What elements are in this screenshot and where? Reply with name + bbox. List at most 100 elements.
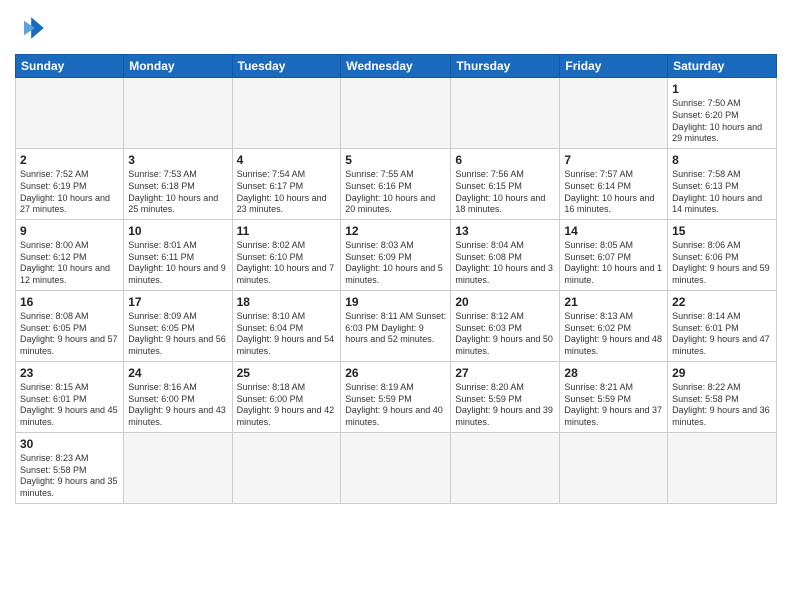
weekday-header: Tuesday	[232, 55, 341, 78]
calendar-cell	[232, 78, 341, 149]
calendar-cell	[560, 78, 668, 149]
day-info: Sunrise: 8:20 AM Sunset: 5:59 PM Dayligh…	[455, 382, 555, 429]
calendar-cell: 26Sunrise: 8:19 AM Sunset: 5:59 PM Dayli…	[341, 361, 451, 432]
calendar-cell: 5Sunrise: 7:55 AM Sunset: 6:16 PM Daylig…	[341, 148, 451, 219]
calendar-cell: 7Sunrise: 7:57 AM Sunset: 6:14 PM Daylig…	[560, 148, 668, 219]
calendar-cell: 24Sunrise: 8:16 AM Sunset: 6:00 PM Dayli…	[124, 361, 232, 432]
calendar-cell: 20Sunrise: 8:12 AM Sunset: 6:03 PM Dayli…	[451, 290, 560, 361]
day-number: 11	[237, 223, 337, 239]
calendar-cell: 1Sunrise: 7:50 AM Sunset: 6:20 PM Daylig…	[668, 78, 777, 149]
logo-icon	[15, 10, 51, 46]
calendar-cell: 8Sunrise: 7:58 AM Sunset: 6:13 PM Daylig…	[668, 148, 777, 219]
day-number: 13	[455, 223, 555, 239]
day-number: 20	[455, 294, 555, 310]
day-number: 12	[345, 223, 446, 239]
calendar-week-row: 16Sunrise: 8:08 AM Sunset: 6:05 PM Dayli…	[16, 290, 777, 361]
calendar-cell	[124, 78, 232, 149]
weekday-header: Sunday	[16, 55, 124, 78]
day-number: 24	[128, 365, 227, 381]
day-number: 25	[237, 365, 337, 381]
day-info: Sunrise: 8:08 AM Sunset: 6:05 PM Dayligh…	[20, 311, 119, 358]
day-number: 15	[672, 223, 772, 239]
calendar-cell: 6Sunrise: 7:56 AM Sunset: 6:15 PM Daylig…	[451, 148, 560, 219]
day-number: 4	[237, 152, 337, 168]
calendar-cell	[451, 78, 560, 149]
calendar-cell: 16Sunrise: 8:08 AM Sunset: 6:05 PM Dayli…	[16, 290, 124, 361]
calendar-cell: 30Sunrise: 8:23 AM Sunset: 5:58 PM Dayli…	[16, 432, 124, 503]
day-info: Sunrise: 8:05 AM Sunset: 6:07 PM Dayligh…	[564, 240, 663, 287]
day-info: Sunrise: 7:53 AM Sunset: 6:18 PM Dayligh…	[128, 169, 227, 216]
calendar-header-row: SundayMondayTuesdayWednesdayThursdayFrid…	[16, 55, 777, 78]
calendar-cell: 23Sunrise: 8:15 AM Sunset: 6:01 PM Dayli…	[16, 361, 124, 432]
calendar-cell	[451, 432, 560, 503]
day-info: Sunrise: 8:19 AM Sunset: 5:59 PM Dayligh…	[345, 382, 446, 429]
day-number: 5	[345, 152, 446, 168]
day-info: Sunrise: 8:06 AM Sunset: 6:06 PM Dayligh…	[672, 240, 772, 287]
day-number: 21	[564, 294, 663, 310]
calendar-cell	[341, 432, 451, 503]
day-info: Sunrise: 8:04 AM Sunset: 6:08 PM Dayligh…	[455, 240, 555, 287]
calendar-week-row: 9Sunrise: 8:00 AM Sunset: 6:12 PM Daylig…	[16, 219, 777, 290]
calendar-cell: 18Sunrise: 8:10 AM Sunset: 6:04 PM Dayli…	[232, 290, 341, 361]
day-info: Sunrise: 8:11 AM Sunset: 6:03 PM Dayligh…	[345, 311, 446, 346]
day-info: Sunrise: 8:00 AM Sunset: 6:12 PM Dayligh…	[20, 240, 119, 287]
weekday-header: Monday	[124, 55, 232, 78]
day-info: Sunrise: 7:57 AM Sunset: 6:14 PM Dayligh…	[564, 169, 663, 216]
calendar-cell: 9Sunrise: 8:00 AM Sunset: 6:12 PM Daylig…	[16, 219, 124, 290]
calendar-cell: 14Sunrise: 8:05 AM Sunset: 6:07 PM Dayli…	[560, 219, 668, 290]
day-number: 29	[672, 365, 772, 381]
day-number: 23	[20, 365, 119, 381]
weekday-header: Wednesday	[341, 55, 451, 78]
calendar-cell: 11Sunrise: 8:02 AM Sunset: 6:10 PM Dayli…	[232, 219, 341, 290]
calendar-cell: 25Sunrise: 8:18 AM Sunset: 6:00 PM Dayli…	[232, 361, 341, 432]
day-info: Sunrise: 8:23 AM Sunset: 5:58 PM Dayligh…	[20, 453, 119, 500]
page: SundayMondayTuesdayWednesdayThursdayFrid…	[0, 0, 792, 612]
day-number: 10	[128, 223, 227, 239]
calendar-week-row: 30Sunrise: 8:23 AM Sunset: 5:58 PM Dayli…	[16, 432, 777, 503]
calendar-cell: 27Sunrise: 8:20 AM Sunset: 5:59 PM Dayli…	[451, 361, 560, 432]
day-number: 3	[128, 152, 227, 168]
calendar-week-row: 23Sunrise: 8:15 AM Sunset: 6:01 PM Dayli…	[16, 361, 777, 432]
calendar-cell: 19Sunrise: 8:11 AM Sunset: 6:03 PM Dayli…	[341, 290, 451, 361]
calendar-cell	[668, 432, 777, 503]
calendar-cell: 10Sunrise: 8:01 AM Sunset: 6:11 PM Dayli…	[124, 219, 232, 290]
day-info: Sunrise: 7:52 AM Sunset: 6:19 PM Dayligh…	[20, 169, 119, 216]
weekday-header: Thursday	[451, 55, 560, 78]
calendar-cell	[124, 432, 232, 503]
calendar-cell: 22Sunrise: 8:14 AM Sunset: 6:01 PM Dayli…	[668, 290, 777, 361]
day-info: Sunrise: 8:02 AM Sunset: 6:10 PM Dayligh…	[237, 240, 337, 287]
day-info: Sunrise: 7:56 AM Sunset: 6:15 PM Dayligh…	[455, 169, 555, 216]
calendar-cell: 15Sunrise: 8:06 AM Sunset: 6:06 PM Dayli…	[668, 219, 777, 290]
day-info: Sunrise: 8:01 AM Sunset: 6:11 PM Dayligh…	[128, 240, 227, 287]
day-number: 14	[564, 223, 663, 239]
calendar-cell: 21Sunrise: 8:13 AM Sunset: 6:02 PM Dayli…	[560, 290, 668, 361]
day-info: Sunrise: 8:09 AM Sunset: 6:05 PM Dayligh…	[128, 311, 227, 358]
calendar-cell	[560, 432, 668, 503]
calendar-cell	[232, 432, 341, 503]
day-info: Sunrise: 7:54 AM Sunset: 6:17 PM Dayligh…	[237, 169, 337, 216]
day-number: 2	[20, 152, 119, 168]
day-number: 6	[455, 152, 555, 168]
day-number: 27	[455, 365, 555, 381]
header	[15, 10, 777, 46]
day-number: 9	[20, 223, 119, 239]
day-number: 18	[237, 294, 337, 310]
day-number: 1	[672, 81, 772, 97]
calendar-cell: 29Sunrise: 8:22 AM Sunset: 5:58 PM Dayli…	[668, 361, 777, 432]
calendar-cell	[16, 78, 124, 149]
calendar-cell: 2Sunrise: 7:52 AM Sunset: 6:19 PM Daylig…	[16, 148, 124, 219]
day-number: 16	[20, 294, 119, 310]
day-number: 26	[345, 365, 446, 381]
day-info: Sunrise: 8:22 AM Sunset: 5:58 PM Dayligh…	[672, 382, 772, 429]
day-info: Sunrise: 7:50 AM Sunset: 6:20 PM Dayligh…	[672, 98, 772, 145]
day-info: Sunrise: 8:21 AM Sunset: 5:59 PM Dayligh…	[564, 382, 663, 429]
day-info: Sunrise: 8:15 AM Sunset: 6:01 PM Dayligh…	[20, 382, 119, 429]
day-number: 28	[564, 365, 663, 381]
day-info: Sunrise: 8:12 AM Sunset: 6:03 PM Dayligh…	[455, 311, 555, 358]
calendar-cell	[341, 78, 451, 149]
logo	[15, 10, 55, 46]
weekday-header: Friday	[560, 55, 668, 78]
calendar-week-row: 1Sunrise: 7:50 AM Sunset: 6:20 PM Daylig…	[16, 78, 777, 149]
calendar-week-row: 2Sunrise: 7:52 AM Sunset: 6:19 PM Daylig…	[16, 148, 777, 219]
day-info: Sunrise: 7:58 AM Sunset: 6:13 PM Dayligh…	[672, 169, 772, 216]
